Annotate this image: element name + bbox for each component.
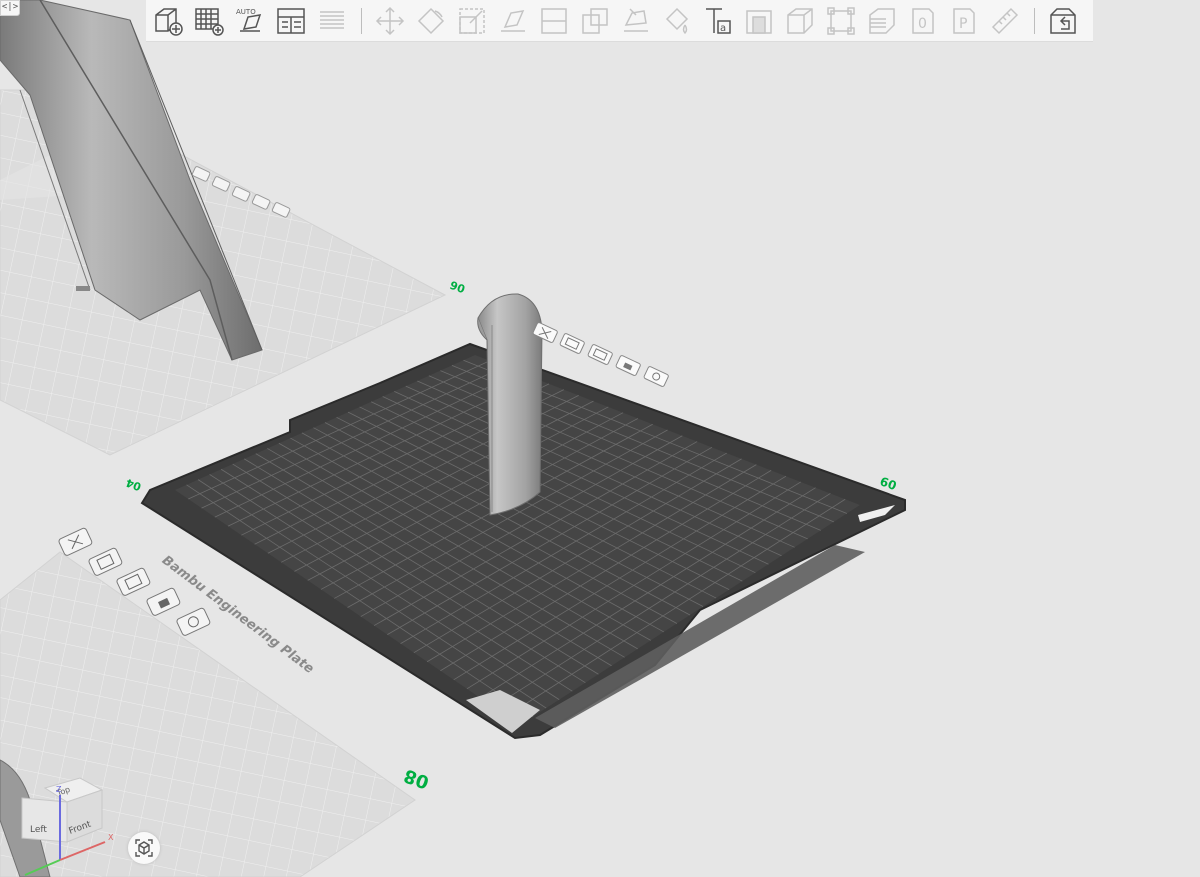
- color-paint-button[interactable]: [659, 3, 695, 39]
- boolean-button[interactable]: [577, 3, 613, 39]
- zero-icon: 0: [912, 7, 934, 34]
- support-paint-button[interactable]: [618, 3, 654, 39]
- auto-orient-button[interactable]: AUTO: [232, 3, 268, 39]
- measure-button[interactable]: [987, 3, 1023, 39]
- scale-icon: [459, 7, 485, 34]
- text-icon: a: [706, 7, 731, 34]
- svg-text:0: 0: [918, 16, 927, 32]
- toolbar-separator: [361, 7, 362, 34]
- box-view-icon: [1050, 7, 1076, 34]
- plate-orient-icon[interactable]: [116, 567, 151, 596]
- lay-on-face-icon: [501, 9, 525, 32]
- view-cube-icon: [135, 839, 153, 857]
- cut-button[interactable]: [536, 3, 572, 39]
- emboss-icon: [746, 9, 772, 34]
- arrange-button[interactable]: [273, 3, 309, 39]
- view-button[interactable]: [1045, 3, 1081, 39]
- move-button[interactable]: [372, 3, 408, 39]
- lay-on-face-button[interactable]: [495, 3, 531, 39]
- collapse-sidebar-button[interactable]: <|>: [0, 0, 20, 16]
- cut-icon: [541, 7, 567, 34]
- support-paint-icon: [624, 7, 648, 32]
- add-object-button[interactable]: [150, 3, 186, 39]
- svg-text:P: P: [959, 16, 967, 32]
- plate-orient-icon[interactable]: [587, 344, 613, 365]
- svg-text:AUTO: AUTO: [236, 8, 256, 16]
- cube-left-label: Left: [30, 825, 47, 835]
- plate-close-icon[interactable]: [58, 527, 93, 556]
- bounding-box-icon: [827, 6, 855, 35]
- auto-orient-icon: AUTO: [236, 8, 262, 32]
- move-icon: [375, 6, 405, 35]
- p-icon: P: [953, 7, 975, 34]
- emboss-button[interactable]: [741, 3, 777, 39]
- text-button[interactable]: a: [700, 3, 736, 39]
- paint-bucket-icon: [665, 7, 689, 34]
- layers-icon: [320, 10, 344, 29]
- plate-lock-icon[interactable]: [146, 587, 181, 616]
- rotate-icon: [417, 7, 445, 34]
- reset-view-button[interactable]: [128, 832, 160, 864]
- 3d-viewport[interactable]: [0, 0, 1200, 877]
- plate-settings-icon[interactable]: [176, 607, 211, 636]
- plate-arrange-icon[interactable]: [559, 333, 585, 354]
- toolbar-separator: [1034, 7, 1035, 34]
- layers-button[interactable]: [314, 3, 350, 39]
- rotate-button[interactable]: [413, 3, 449, 39]
- variable-layer-icon: [869, 7, 895, 34]
- grid-plus-icon: [195, 7, 224, 36]
- axis-x-label: X: [108, 833, 114, 842]
- assembly-button[interactable]: [782, 3, 818, 39]
- arrange-icon: [277, 7, 305, 34]
- svg-text:a: a: [720, 23, 726, 34]
- plate-settings-icon[interactable]: [643, 366, 669, 387]
- zero-button[interactable]: 0: [905, 3, 941, 39]
- plate-lock-icon[interactable]: [615, 355, 641, 376]
- top-toolbar: AUTO a 0 P: [146, 0, 1093, 42]
- boolean-icon: [582, 7, 608, 34]
- view-cube[interactable]: Top Left Front X Z: [0, 770, 120, 877]
- scale-button[interactable]: [454, 3, 490, 39]
- axis-z-label: Z: [56, 785, 62, 794]
- cube-plus-icon: [155, 7, 183, 36]
- plate-arrange-icon[interactable]: [88, 547, 123, 576]
- ruler-icon: [991, 7, 1019, 34]
- add-plate-button[interactable]: [191, 3, 227, 39]
- variable-layer-button[interactable]: [864, 3, 900, 39]
- p-button[interactable]: P: [946, 3, 982, 39]
- box-icon: [787, 7, 813, 34]
- measure-box-button[interactable]: [823, 3, 859, 39]
